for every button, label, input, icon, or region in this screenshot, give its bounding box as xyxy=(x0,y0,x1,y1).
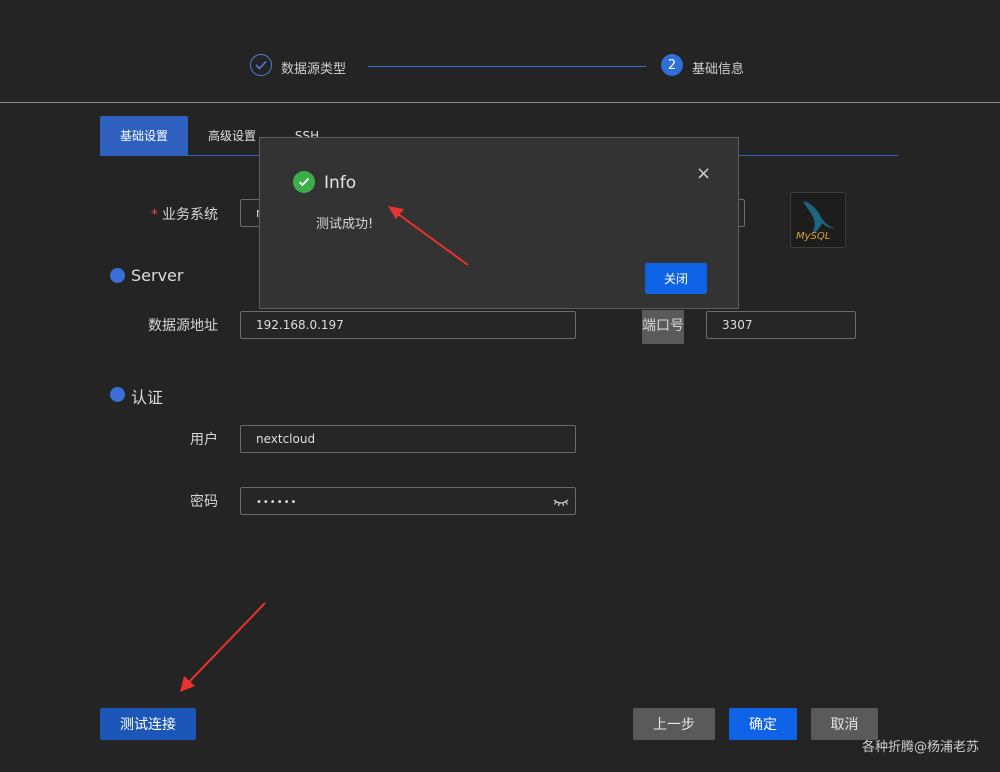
annotation-arrow-modal xyxy=(388,206,469,266)
annotation-arrows xyxy=(180,206,469,692)
annotation-arrow-test-button xyxy=(180,602,266,692)
watermark: 各种折腾@杨浦老苏 xyxy=(862,740,980,755)
